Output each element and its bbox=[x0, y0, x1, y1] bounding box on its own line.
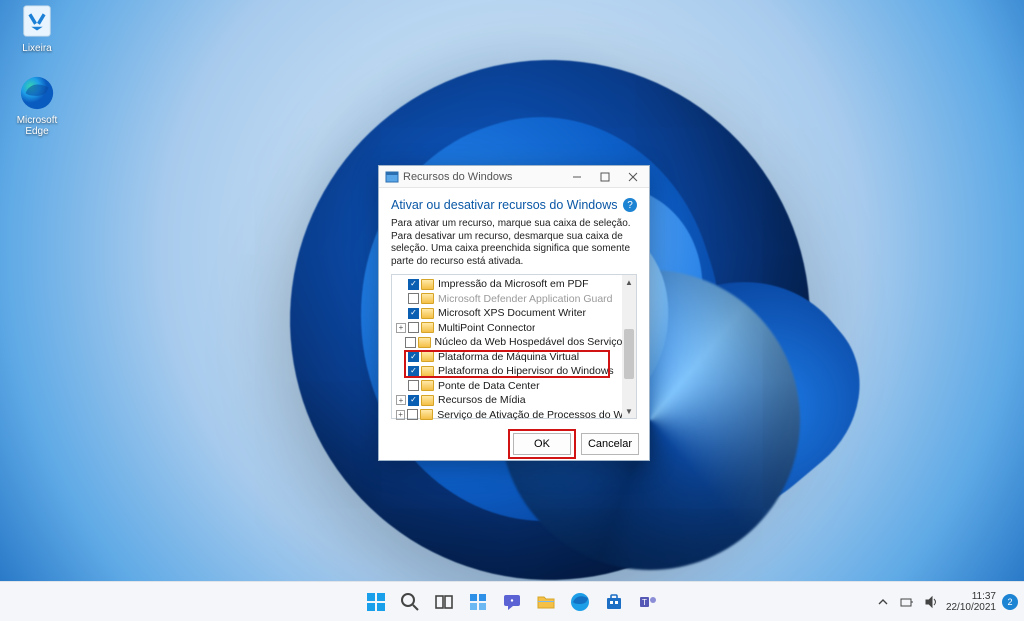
feature-row[interactable]: Plataforma de Máquina Virtual bbox=[392, 350, 636, 365]
explorer-button[interactable] bbox=[532, 588, 560, 616]
cancel-button[interactable]: Cancelar bbox=[581, 433, 639, 455]
scrollbar[interactable]: ▲ ▼ bbox=[622, 275, 636, 418]
desktop-icon-edge[interactable]: Microsoft Edge bbox=[6, 74, 68, 137]
folder-icon bbox=[421, 279, 434, 290]
windows-features-dialog: Recursos do Windows Ativar ou desativar … bbox=[378, 165, 650, 461]
dialog-heading: Ativar ou desativar recursos do Windows bbox=[391, 198, 617, 212]
minimize-button[interactable] bbox=[563, 166, 591, 188]
feature-label: Microsoft XPS Document Writer bbox=[438, 307, 586, 319]
chat-button[interactable] bbox=[498, 588, 526, 616]
help-icon[interactable]: ? bbox=[623, 198, 637, 212]
feature-row[interactable]: Núcleo da Web Hospedável dos Serviços de… bbox=[392, 335, 636, 350]
feature-list-box: Impressão da Microsoft em PDF Microsoft D… bbox=[391, 274, 637, 419]
network-icon[interactable] bbox=[898, 593, 916, 611]
taskbar: T 11:37 22/10/2021 2 bbox=[0, 581, 1024, 621]
expander-icon[interactable]: + bbox=[396, 323, 406, 333]
feature-checkbox[interactable] bbox=[408, 308, 419, 319]
tray-time: 11:37 bbox=[946, 591, 996, 602]
folder-icon bbox=[421, 351, 434, 362]
feature-row[interactable]: Microsoft XPS Document Writer bbox=[392, 306, 636, 321]
scrollbar-thumb[interactable] bbox=[624, 329, 634, 379]
expander-icon[interactable]: + bbox=[396, 395, 406, 405]
feature-label: Serviço de Ativação de Processos do Wind… bbox=[437, 409, 636, 421]
desktop-icon-label: Lixeira bbox=[6, 43, 68, 54]
feature-row[interactable]: Impressão da Microsoft em PDF bbox=[392, 277, 636, 292]
desktop-icon-recycle-bin[interactable]: Lixeira bbox=[6, 2, 68, 54]
expander-icon[interactable]: + bbox=[396, 410, 405, 420]
folder-icon bbox=[421, 380, 434, 391]
feature-checkbox[interactable] bbox=[408, 351, 419, 362]
feature-row[interactable]: + MultiPoint Connector bbox=[392, 321, 636, 336]
tray-clock[interactable]: 11:37 22/10/2021 bbox=[946, 591, 996, 613]
feature-checkbox[interactable] bbox=[408, 395, 419, 406]
feature-checkbox[interactable] bbox=[408, 279, 419, 290]
feature-label: Plataforma do Hipervisor do Windows bbox=[438, 365, 614, 377]
folder-icon bbox=[421, 322, 434, 333]
scroll-up-button[interactable]: ▲ bbox=[622, 275, 636, 289]
feature-checkbox[interactable] bbox=[408, 322, 419, 333]
chevron-up-icon[interactable] bbox=[874, 593, 892, 611]
tray-date: 22/10/2021 bbox=[946, 602, 996, 613]
feature-checkbox[interactable] bbox=[408, 380, 419, 391]
notification-badge[interactable]: 2 bbox=[1002, 594, 1018, 610]
feature-row[interactable]: Microsoft Defender Application Guard bbox=[392, 292, 636, 307]
audio-icon[interactable] bbox=[922, 593, 940, 611]
start-button[interactable] bbox=[362, 588, 390, 616]
scroll-down-button[interactable]: ▼ bbox=[622, 404, 636, 418]
folder-icon bbox=[421, 308, 434, 319]
feature-row[interactable]: Plataforma do Hipervisor do Windows bbox=[392, 364, 636, 379]
folder-icon bbox=[421, 293, 434, 304]
widgets-button[interactable] bbox=[464, 588, 492, 616]
feature-row[interactable]: + Recursos de Mídia bbox=[392, 393, 636, 408]
feature-label: Impressão da Microsoft em PDF bbox=[438, 278, 589, 290]
feature-row[interactable]: Ponte de Data Center bbox=[392, 379, 636, 394]
task-view-button[interactable] bbox=[430, 588, 458, 616]
folder-icon bbox=[421, 395, 434, 406]
feature-checkbox[interactable] bbox=[408, 293, 419, 304]
feature-checkbox[interactable] bbox=[407, 409, 418, 420]
system-tray: 11:37 22/10/2021 2 bbox=[874, 591, 1018, 613]
edge-icon bbox=[18, 74, 56, 112]
feature-label: Microsoft Defender Application Guard bbox=[438, 293, 613, 305]
feature-row[interactable]: + Serviço de Ativação de Processos do Win… bbox=[392, 408, 636, 423]
titlebar[interactable]: Recursos do Windows bbox=[379, 166, 649, 188]
taskbar-center: T bbox=[362, 588, 662, 616]
folder-icon bbox=[420, 409, 433, 420]
dialog-description: Para ativar um recurso, marque sua caixa… bbox=[391, 218, 637, 268]
feature-label: Plataforma de Máquina Virtual bbox=[438, 351, 579, 363]
feature-checkbox[interactable] bbox=[405, 337, 416, 348]
window-title: Recursos do Windows bbox=[403, 171, 563, 183]
ok-button[interactable]: OK bbox=[513, 433, 571, 455]
feature-label: MultiPoint Connector bbox=[438, 322, 535, 334]
svg-text:T: T bbox=[642, 598, 647, 607]
feature-label: Ponte de Data Center bbox=[438, 380, 540, 392]
maximize-button[interactable] bbox=[591, 166, 619, 188]
teams-taskbar-icon[interactable]: T bbox=[634, 588, 662, 616]
edge-taskbar-icon[interactable] bbox=[566, 588, 594, 616]
feature-label: Núcleo da Web Hospedável dos Serviços de… bbox=[435, 336, 636, 348]
search-button[interactable] bbox=[396, 588, 424, 616]
folder-icon bbox=[421, 366, 434, 377]
feature-checkbox[interactable] bbox=[408, 366, 419, 377]
desktop-icon-label: Microsoft Edge bbox=[6, 115, 68, 137]
window-icon bbox=[385, 170, 399, 184]
recycle-bin-icon bbox=[18, 2, 56, 40]
store-button[interactable] bbox=[600, 588, 628, 616]
feature-label: Recursos de Mídia bbox=[438, 394, 526, 406]
folder-icon bbox=[418, 337, 431, 348]
close-button[interactable] bbox=[619, 166, 647, 188]
